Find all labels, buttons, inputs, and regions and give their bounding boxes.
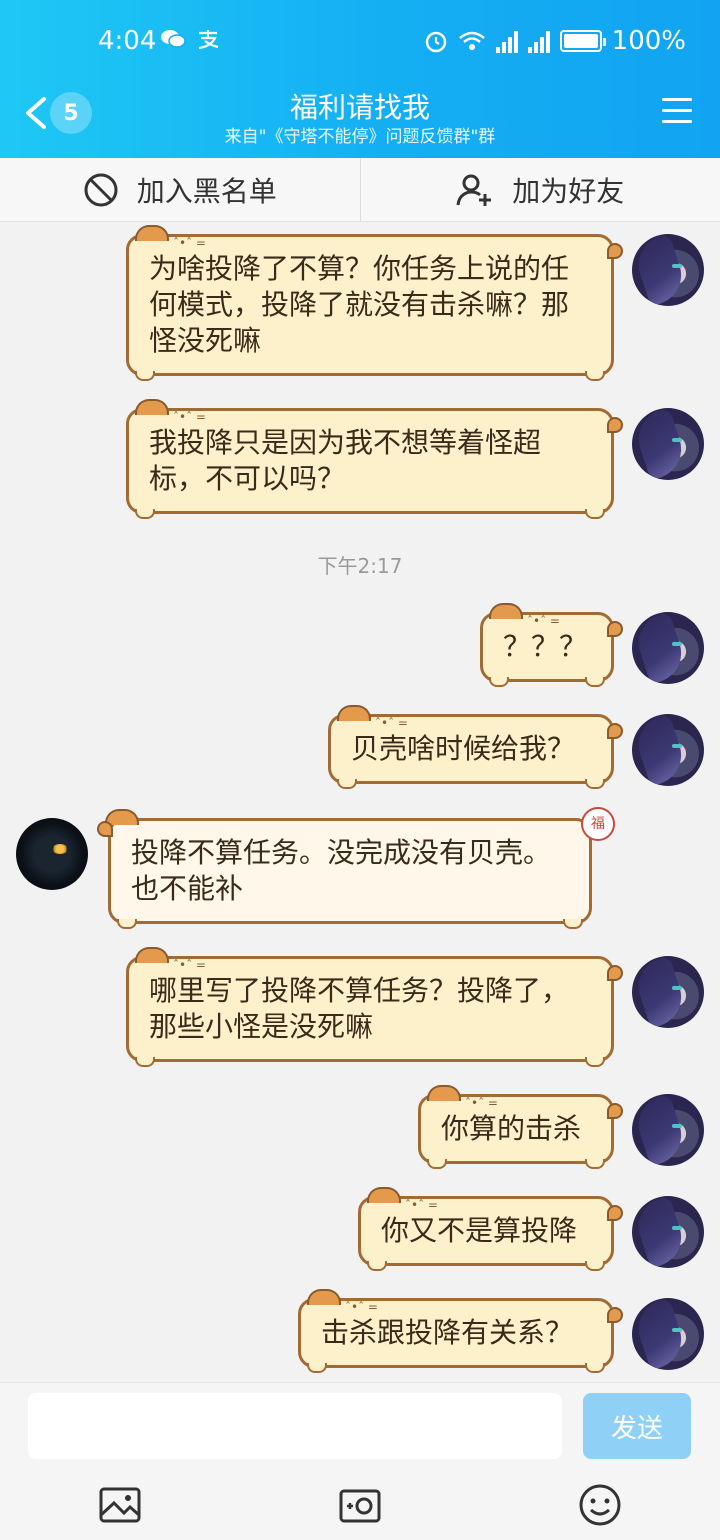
message-text: 为啥投降了不算？你任务上说的任何模式，投降了就没有击杀嘛？那怪没死嘛 xyxy=(149,252,570,357)
status-right: 100% xyxy=(424,26,686,56)
image-icon xyxy=(99,1487,141,1523)
message-bubble[interactable]: ˆ•ˆ = 我投降只是因为我不想等着怪超标，不可以吗？ xyxy=(126,399,623,519)
message-text: 我投降只是因为我不想等着怪超标，不可以吗？ xyxy=(149,426,542,495)
message-bubble[interactable]: ˆ•ˆ = 你算的击杀 xyxy=(418,1085,623,1169)
message-bubble[interactable]: 福 投降不算任务。没完成没有贝壳。也不能补 xyxy=(97,807,615,929)
chat-subtitle: 来自"《守塔不能停》问题反馈群"群 xyxy=(224,127,496,147)
battery-icon xyxy=(559,30,606,52)
wechat-icon xyxy=(161,30,186,48)
avatar[interactable] xyxy=(632,408,704,480)
alipay-icon xyxy=(198,30,219,50)
message-bubble[interactable]: ˆ•ˆ = 为啥投降了不算？你任务上说的任何模式，投降了就没有击杀嘛？那怪没死嘛 xyxy=(126,225,623,381)
avatar[interactable] xyxy=(632,714,704,786)
avatar[interactable] xyxy=(632,1298,704,1370)
menu-icon[interactable] xyxy=(662,98,692,124)
block-icon xyxy=(84,173,118,206)
image-button[interactable] xyxy=(98,1483,142,1527)
camera-button[interactable] xyxy=(338,1483,382,1527)
message-text: 你算的击杀 xyxy=(441,1112,582,1145)
avatar[interactable] xyxy=(632,1196,704,1268)
lucky-cat-icon: 福 xyxy=(581,807,615,841)
battery-level: 100% xyxy=(611,26,686,56)
message-bubble[interactable]: ˆ•ˆ = 贝壳啥时候给我？ xyxy=(328,705,623,789)
message-text: 投降不算任务。没完成没有贝壳。也不能补 xyxy=(131,836,552,905)
avatar[interactable] xyxy=(16,818,88,890)
signal-icon-2 xyxy=(527,29,550,53)
action-bar: 加入黑名单 加为好友 xyxy=(0,158,720,222)
status-time: 4:04 xyxy=(98,26,157,56)
avatar[interactable] xyxy=(632,612,704,684)
message-bubble[interactable]: ˆ•ˆ = 你又不是算投降 xyxy=(358,1187,623,1271)
status-bar: 4:04 100% xyxy=(0,0,720,84)
alarm-icon xyxy=(425,31,446,53)
blacklist-button[interactable]: 加入黑名单 xyxy=(0,158,360,221)
send-button[interactable]: 发送 xyxy=(583,1393,691,1459)
emoji-button[interactable] xyxy=(578,1483,622,1527)
avatar[interactable] xyxy=(632,956,704,1028)
message-bubble[interactable]: ˆ•ˆ = ？？？ xyxy=(480,603,623,687)
avatar[interactable] xyxy=(632,234,704,306)
add-friend-label: 加为好友 xyxy=(512,174,625,208)
camera-icon xyxy=(339,1489,381,1523)
timestamp: 下午2:17 xyxy=(317,554,403,578)
message-input[interactable] xyxy=(28,1393,562,1459)
add-friend-button[interactable]: 加为好友 xyxy=(359,158,720,221)
message-bubble[interactable]: ˆ•ˆ = 哪里写了投降不算任务？投降了，那些小怪是没死嘛 xyxy=(126,947,623,1067)
chat-header: 4:04 100% 5 福利请找我 来自"《守塔不能停》问题反馈群"群 xyxy=(0,0,720,158)
message-bubble[interactable]: ˆ•ˆ = 击杀跟投降有关系？ xyxy=(298,1289,623,1373)
add-user-icon xyxy=(456,174,492,206)
blacklist-label: 加入黑名单 xyxy=(136,174,277,208)
signal-icon xyxy=(495,29,518,53)
emoji-icon xyxy=(579,1484,621,1526)
notification-icons xyxy=(160,28,220,50)
message-text: 哪里写了投降不算任务？投降了，那些小怪是没死嘛 xyxy=(149,974,570,1043)
wifi-icon xyxy=(458,31,485,50)
input-area: 发送 xyxy=(0,1382,720,1540)
chat-title: 福利请找我 xyxy=(289,91,430,124)
chat-messages[interactable]: ˆ•ˆ = 为啥投降了不算？你任务上说的任何模式，投降了就没有击杀嘛？那怪没死嘛… xyxy=(0,222,720,1382)
avatar[interactable] xyxy=(632,1094,704,1166)
